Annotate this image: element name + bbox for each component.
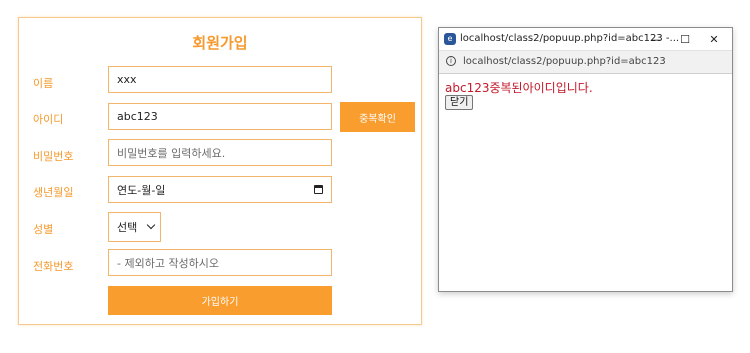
label-phone: 전화번호 — [33, 260, 74, 273]
popup-window: e localhost/class2/popuup.php?id=abc123 … — [438, 27, 733, 292]
minimize-icon[interactable]: — — [642, 30, 670, 48]
name-input[interactable]: xxx — [108, 66, 332, 93]
gender-selected-value: 선택 — [117, 221, 138, 234]
popup-titlebar[interactable]: e localhost/class2/popuup.php?id=abc123 … — [439, 28, 732, 50]
submit-button[interactable]: 가입하기 — [108, 286, 332, 315]
browser-app-icon: e — [444, 33, 456, 45]
label-name: 이름 — [33, 77, 54, 90]
duplicate-id-message: abc123중복된아이디입니다. — [445, 81, 593, 95]
check-duplicate-button[interactable]: 중복확인 — [340, 102, 415, 132]
popup-url[interactable]: localhost/class2/popuup.php?id=abc123 — [463, 56, 666, 67]
gender-select[interactable]: 선택 — [108, 212, 161, 242]
user-id-input[interactable]: abc123 — [108, 103, 332, 130]
label-gender: 성별 — [33, 223, 54, 236]
chevron-down-icon — [146, 220, 156, 230]
signup-title: 회원가입 — [192, 34, 248, 52]
label-user-id: 아이디 — [33, 113, 64, 126]
birthdate-value: 연도-월-일 — [117, 183, 166, 197]
close-icon[interactable]: ✕ — [700, 30, 728, 48]
popup-close-button[interactable]: 닫기 — [445, 95, 474, 110]
password-input[interactable]: 비밀번호를 입력하세요. — [108, 139, 332, 166]
popup-address-bar: i localhost/class2/popuup.php?id=abc123 — [439, 50, 732, 74]
birthdate-input[interactable]: 연도-월-일 — [108, 176, 332, 203]
signup-card: 회원가입 이름 xxx 아이디 abc123 중복확인 비밀번호 비밀번호를 입… — [18, 17, 422, 325]
info-icon[interactable]: i — [446, 56, 456, 66]
label-birthdate: 생년월일 — [33, 186, 74, 199]
phone-input[interactable]: - 제외하고 작성하시오 — [108, 249, 332, 276]
calendar-icon[interactable] — [314, 185, 323, 194]
maximize-icon[interactable]: ☐ — [671, 30, 699, 48]
label-password: 비밀번호 — [33, 150, 74, 163]
